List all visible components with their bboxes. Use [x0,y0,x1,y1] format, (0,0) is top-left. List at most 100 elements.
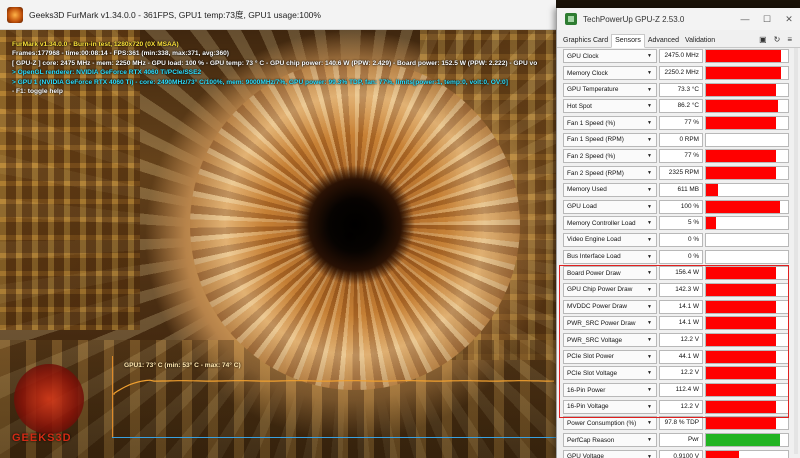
sensor-row: Hot Spot ▼ 86.2 °C [561,98,793,115]
chevron-down-icon: ▼ [647,286,652,293]
chevron-down-icon: ▼ [647,203,652,210]
minimize-icon[interactable]: — [734,14,756,25]
logo-emblem [14,364,84,434]
sensor-row: Power Consumption (%) ▼ 97.8 % TDP [561,415,793,432]
sensor-name: GPU Load [567,203,597,211]
sensor-name-dropdown[interactable]: MVDDC Power Draw ▼ [563,299,657,314]
sensor-name-dropdown[interactable]: 16-Pin Voltage ▼ [563,399,657,414]
sensor-row: PWR_SRC Voltage ▼ 12.2 V [561,332,793,349]
chevron-down-icon: ▼ [647,403,652,410]
hud-line-1: Frames:177968 - time:00:08:14 - FPS:361 … [12,50,229,58]
sensor-name: PCIe Slot Power [567,353,614,361]
sensor-row: Board Power Draw ▼ 156.4 W [561,265,793,282]
chevron-down-icon: ▼ [647,453,652,458]
refresh-icon[interactable]: ↻ [774,35,781,44]
sensor-name-dropdown[interactable]: GPU Temperature ▼ [563,82,657,97]
sensor-row: GPU Chip Power Draw ▼ 142.3 W [561,282,793,299]
sensor-name-dropdown[interactable]: Bus Interface Load ▼ [563,249,657,264]
sensor-row: 16-Pin Power ▼ 112.4 W [561,382,793,399]
tab-sensors[interactable]: Sensors [611,34,645,48]
sensor-name-dropdown[interactable]: Fan 2 Speed (%) ▼ [563,149,657,164]
logo-text: GEEKS3D [12,432,72,444]
sensor-name-dropdown[interactable]: GPU Load ▼ [563,199,657,214]
sensor-name: GPU Temperature [567,86,619,94]
sensor-name-dropdown[interactable]: Memory Controller Load ▼ [563,216,657,231]
sensor-name-dropdown[interactable]: Fan 1 Speed (%) ▼ [563,116,657,131]
sensor-name-dropdown[interactable]: Fan 1 Speed (RPM) ▼ [563,132,657,147]
sensor-graph [705,249,789,264]
sensor-graph-fill [706,350,776,363]
sensor-graph-fill [706,67,782,80]
camera-icon[interactable]: ▣ [759,35,767,44]
sensor-graph-fill [706,167,776,180]
hud-line-5: - F1: toggle help [12,88,63,96]
tab-graphics-card[interactable]: Graphics Card [560,35,611,47]
sensor-row: GPU Load ▼ 100 % [561,198,793,215]
menu-icon[interactable]: ≡ [787,35,792,44]
sensor-graph-fill [706,50,782,63]
sensor-row: Bus Interface Load ▼ 0 % [561,248,793,265]
sensor-graph-fill [706,117,776,130]
furmark-titlebar[interactable]: Geeks3D FurMark v1.34.0.0 - 361FPS, GPU1… [0,0,556,30]
sensor-value: 2475.0 MHz [659,49,703,64]
sensor-graph [705,149,789,164]
sensor-graph-fill [706,300,776,313]
chevron-down-icon: ▼ [647,236,652,243]
sensor-graph-fill [706,283,776,296]
chevron-down-icon: ▼ [647,253,652,260]
hud-line-3: > OpenGL renderer: NVIDIA GeForce RTX 40… [12,69,202,77]
sensor-name-dropdown[interactable]: Board Power Draw ▼ [563,266,657,281]
maximize-icon[interactable]: ☐ [756,14,778,25]
sensor-graph-fill [706,183,719,196]
sensor-name-dropdown[interactable]: 16-Pin Power ▼ [563,383,657,398]
sensor-name-dropdown[interactable]: Fan 2 Speed (RPM) ▼ [563,166,657,181]
sensor-name: Fan 1 Speed (%) [567,119,616,127]
sensor-scrollbar[interactable] [794,48,798,454]
close-icon[interactable]: ✕ [778,14,800,25]
sensor-name-dropdown[interactable]: PCIe Slot Power ▼ [563,349,657,364]
sensor-graph [705,216,789,231]
sensor-row: 16-Pin Voltage ▼ 12.2 V [561,398,793,415]
sensor-name-dropdown[interactable]: Video Engine Load ▼ [563,232,657,247]
chevron-down-icon: ▼ [647,86,652,93]
chevron-down-icon: ▼ [647,170,652,177]
sensor-value: 14.1 W [659,316,703,331]
sensor-name-dropdown[interactable]: GPU Voltage ▼ [563,449,657,458]
sensor-name: PCIe Slot Voltage [567,369,618,377]
sensor-name-dropdown[interactable]: Memory Used ▼ [563,182,657,197]
tab-validation[interactable]: Validation [682,35,718,47]
chevron-down-icon: ▼ [647,320,652,327]
sensor-graph [705,383,789,398]
sensor-name-dropdown[interactable]: PCIe Slot Voltage ▼ [563,366,657,381]
sensor-name-dropdown[interactable]: PWR_SRC Voltage ▼ [563,333,657,348]
sensor-name-dropdown[interactable]: Memory Clock ▼ [563,66,657,81]
sensor-name-dropdown[interactable]: Hot Spot ▼ [563,99,657,114]
sensor-graph-fill [706,83,776,96]
sensor-graph [705,166,789,181]
gpuz-titlebar[interactable]: TechPowerUp GPU-Z 2.53.0 — ☐ ✕ [557,8,800,30]
chevron-down-icon: ▼ [647,420,652,427]
chevron-down-icon: ▼ [647,353,652,360]
tab-advanced[interactable]: Advanced [645,35,682,47]
sensor-value: 12.2 V [659,333,703,348]
sensor-graph [705,266,789,281]
sensor-graph [705,82,789,97]
chevron-down-icon: ▼ [647,337,652,344]
sensor-value: 86.2 °C [659,99,703,114]
sensor-value: 2250.2 MHz [659,66,703,81]
sensor-name-dropdown[interactable]: PWR_SRC Power Draw ▼ [563,316,657,331]
sensor-row: Fan 1 Speed (RPM) ▼ 0 RPM [561,131,793,148]
sensor-graph [705,349,789,364]
sensor-name: Video Engine Load [567,236,621,244]
sensor-name-dropdown[interactable]: GPU Chip Power Draw ▼ [563,282,657,297]
gpuz-tab-bar: Graphics Card Sensors Advanced Validatio… [557,32,800,48]
sensor-name-dropdown[interactable]: Power Consumption (%) ▼ [563,416,657,431]
sensor-graph-fill [706,267,776,280]
sensor-name-dropdown[interactable]: GPU Clock ▼ [563,49,657,64]
sensor-name-dropdown[interactable]: PerfCap Reason ▼ [563,433,657,448]
sensor-row: PerfCap Reason ▼ Pwr [561,432,793,449]
sensor-value: 5 % [659,216,703,231]
sensor-name: Memory Used [567,186,607,194]
sensor-row: GPU Temperature ▼ 73.3 °C [561,81,793,98]
sensor-row: GPU Clock ▼ 2475.0 MHz [561,48,793,65]
